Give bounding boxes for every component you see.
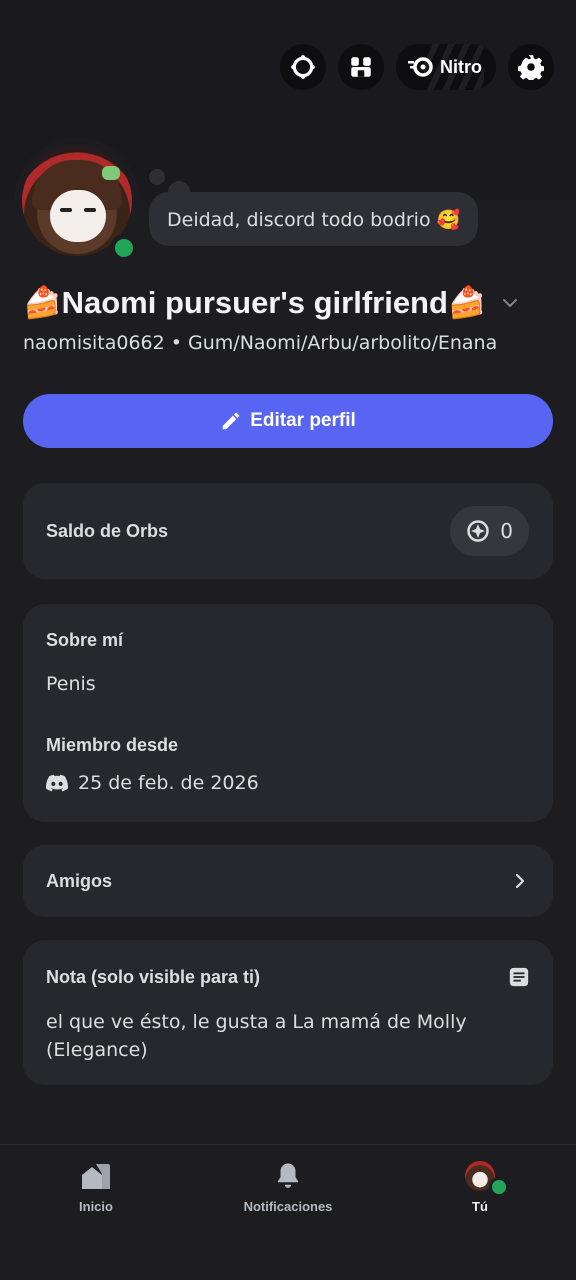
shop-icon: [351, 57, 371, 77]
status-bubble-dot: [149, 169, 165, 185]
gear-icon: [518, 55, 544, 80]
edit-profile-label: Editar perfil: [250, 410, 356, 431]
tab-you[interactable]: Tú: [384, 1145, 576, 1280]
display-name: 🍰Naomi pursuer's girlfriend🍰: [23, 285, 487, 320]
about-card: Sobre mí Penis Miembro desde 25 de feb. …: [23, 604, 553, 822]
tab-notifications-label: Notificaciones: [243, 1199, 333, 1214]
settings-button[interactable]: [508, 44, 554, 90]
note-text[interactable]: el que ve ésto, le gusta a La mamá de Mo…: [46, 1008, 530, 1064]
chevron-down-icon[interactable]: [501, 294, 519, 312]
nitro-button[interactable]: Nitro: [396, 44, 496, 90]
member-since-title: Miembro desde: [46, 735, 179, 755]
orbs-balance-pill[interactable]: 0: [450, 506, 529, 556]
member-since-date: 25 de feb. de 2026: [78, 772, 259, 794]
username-line: naomisita0662 • Gum/Naomi/Arbu/arbolito/…: [23, 332, 497, 354]
note-card[interactable]: Nota (solo visible para ti) el que ve és…: [23, 940, 553, 1085]
nitro-label: Nitro: [440, 56, 482, 77]
online-status-dot: [110, 234, 138, 262]
chevron-right-icon: [515, 873, 525, 889]
orb-icon: [467, 520, 490, 542]
username: naomisita0662: [23, 332, 165, 354]
pencil-icon: [222, 412, 240, 430]
header-actions: Nitro: [280, 44, 554, 90]
bell-icon: [278, 1163, 298, 1188]
orbs-balance-card[interactable]: Saldo de Orbs 0: [23, 483, 553, 579]
note-title: Nota (solo visible para ti): [46, 966, 261, 987]
avatar: [465, 1161, 509, 1197]
profile-avatar[interactable]: [14, 138, 140, 264]
member-since-row: 25 de feb. de 2026: [46, 772, 530, 794]
quests-button[interactable]: [280, 44, 326, 90]
discord-icon: [46, 774, 68, 792]
home-icon: [82, 1164, 110, 1189]
custom-status-text: Deidad, discord todo bodrio 🥰: [167, 208, 461, 231]
custom-status-bubble[interactable]: Deidad, discord todo bodrio 🥰: [149, 192, 479, 246]
edit-profile-button[interactable]: Editar perfil: [23, 394, 553, 448]
orbs-title: Saldo de Orbs: [46, 520, 169, 541]
shop-button[interactable]: [338, 44, 384, 90]
about-title: Sobre mí: [46, 630, 124, 650]
tab-notifications[interactable]: Notificaciones: [192, 1145, 384, 1280]
friends-card[interactable]: Amigos: [23, 845, 553, 917]
tab-home-label: Inicio: [79, 1199, 113, 1214]
nitro-icon: [408, 57, 433, 77]
friends-title: Amigos: [46, 870, 113, 891]
online-status-dot: [489, 1177, 509, 1197]
note-icon[interactable]: [508, 966, 530, 988]
display-name-row[interactable]: 🍰Naomi pursuer's girlfriend🍰: [23, 284, 519, 321]
orbs-balance: 0: [500, 519, 513, 543]
tab-home[interactable]: Inicio: [0, 1145, 192, 1280]
tab-you-label: Tú: [472, 1199, 488, 1214]
bottom-tab-bar: Inicio Notificaciones Tú: [0, 1144, 576, 1280]
separator-dot: •: [170, 332, 189, 354]
note-header: Nota (solo visible para ti): [46, 966, 530, 988]
about-text: Penis: [46, 673, 96, 695]
quests-icon: [291, 55, 315, 79]
pronouns: Gum/Naomi/Arbu/arbolito/Enana: [188, 332, 498, 354]
